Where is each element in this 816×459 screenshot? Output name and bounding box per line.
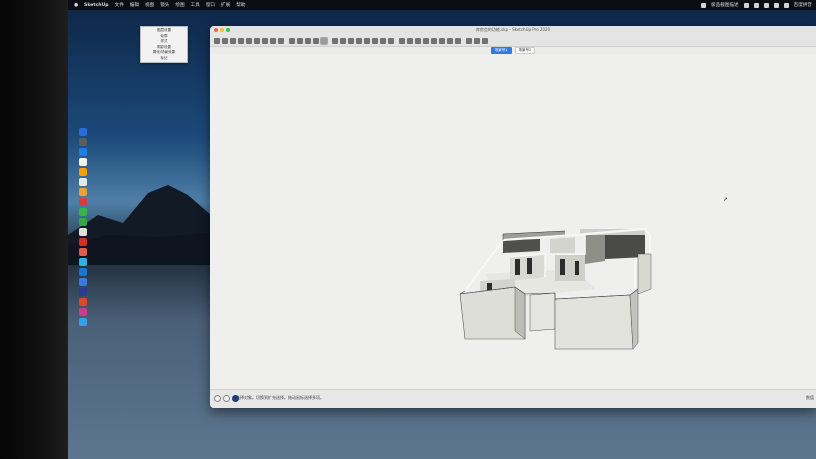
- monitor-bezel: [0, 0, 68, 459]
- menu-item[interactable]: 标记: [141, 56, 187, 62]
- dock-app-icon[interactable]: [79, 168, 87, 176]
- menu-file[interactable]: 文件: [115, 2, 124, 8]
- dock-app-icon[interactable]: [79, 268, 87, 276]
- zoom-extents-icon[interactable]: [348, 37, 354, 44]
- eraser-tool-icon[interactable]: [222, 37, 228, 44]
- scene-icon[interactable]: [447, 37, 453, 44]
- sketchup-window: 库房会的功能.skp - SketchUp Pro 2020 场景号1 场景号2: [210, 26, 816, 408]
- layer-icon[interactable]: [423, 37, 429, 44]
- menu-edit[interactable]: 编辑: [130, 2, 139, 8]
- walk-icon[interactable]: [364, 37, 370, 44]
- tray-dropdown-menu: 图层设置 轮廓 样式 阴影设置 雾化/场景效果 标记: [140, 26, 188, 63]
- app-menu[interactable]: SketchUp: [84, 3, 109, 8]
- 3d-floorplan-model[interactable]: [455, 199, 665, 354]
- status-message: 选择对象。切换到扩充选择。拖动鼠标选择多项。: [236, 395, 324, 400]
- apple-icon[interactable]: ●: [74, 3, 78, 8]
- toolbar: [210, 35, 816, 47]
- camera-icon[interactable]: [356, 37, 362, 44]
- media-control-icon[interactable]: [743, 2, 749, 8]
- offset-tool-icon[interactable]: [289, 37, 295, 44]
- dock-app-icon[interactable]: [79, 228, 87, 236]
- material-icon[interactable]: [407, 37, 413, 44]
- dock-app-icon[interactable]: [79, 218, 87, 226]
- menu-help[interactable]: 帮助: [236, 2, 245, 8]
- pan-tool-icon[interactable]: [332, 37, 338, 44]
- line-tool-icon[interactable]: [230, 37, 236, 44]
- dock-app-icon[interactable]: [79, 148, 87, 156]
- text-tool-icon[interactable]: [305, 37, 311, 44]
- drawing-canvas[interactable]: ➚: [210, 54, 816, 389]
- dock-app-icon[interactable]: [79, 298, 87, 306]
- volume-icon[interactable]: [773, 2, 779, 8]
- shield-icon[interactable]: [701, 2, 707, 8]
- ruby-icon[interactable]: [474, 37, 480, 44]
- menu-draw[interactable]: 绘图: [175, 2, 184, 8]
- dock-app-icon[interactable]: [79, 178, 87, 186]
- rotate-tool-icon[interactable]: [270, 37, 276, 44]
- macos-menubar: ● SketchUp 文件 编辑 视图 镜头 绘图 工具 窗口 扩展 帮助 极品…: [68, 0, 816, 10]
- dock: [77, 128, 89, 326]
- help-icon[interactable]: [223, 395, 230, 402]
- settings-icon[interactable]: [482, 37, 488, 44]
- tab-scene-1[interactable]: 场景号1: [490, 47, 512, 54]
- style-icon[interactable]: [415, 37, 421, 44]
- extension-icon[interactable]: [466, 37, 472, 44]
- group-icon[interactable]: [399, 37, 405, 44]
- menubar-status-text[interactable]: 极品截图描述: [711, 2, 739, 8]
- tab-scene-2[interactable]: 场景号2: [514, 47, 536, 54]
- mouse-cursor: ➚: [723, 196, 729, 203]
- fog-icon[interactable]: [439, 37, 445, 44]
- status-bar: 选择对象。切换到扩充选择。拖动鼠标选择多项。 数值: [210, 389, 816, 408]
- orbit-tool-icon[interactable]: [320, 36, 328, 45]
- measurements-label: 数值: [806, 395, 814, 400]
- dock-app-icon[interactable]: [79, 308, 87, 316]
- menu-extensions[interactable]: 扩展: [221, 2, 230, 8]
- bluetooth-icon[interactable]: [763, 2, 769, 8]
- dock-app-icon[interactable]: [79, 238, 87, 246]
- wifi-icon[interactable]: [753, 2, 759, 8]
- dock-app-icon[interactable]: [79, 248, 87, 256]
- dock-app-icon[interactable]: [79, 318, 87, 326]
- input-method[interactable]: 百度拼音: [794, 2, 812, 8]
- scene-tabs: 场景号1 场景号2: [210, 47, 816, 54]
- desktop: ● SketchUp 文件 编辑 视图 镜头 绘图 工具 窗口 扩展 帮助 极品…: [68, 0, 816, 459]
- move-tool-icon[interactable]: [262, 37, 268, 44]
- battery-icon[interactable]: [783, 2, 789, 8]
- dock-app-icon[interactable]: [79, 288, 87, 296]
- section-icon[interactable]: [380, 37, 386, 44]
- zoom-tool-icon[interactable]: [340, 37, 346, 44]
- paint-tool-icon[interactable]: [313, 37, 319, 44]
- shadow-icon[interactable]: [431, 37, 437, 44]
- dock-app-icon[interactable]: [79, 278, 87, 286]
- dock-app-icon[interactable]: [79, 258, 87, 266]
- menu-window[interactable]: 窗口: [206, 2, 215, 8]
- dock-app-icon[interactable]: [79, 128, 87, 136]
- scale-tool-icon[interactable]: [278, 37, 284, 44]
- menu-camera[interactable]: 镜头: [160, 2, 169, 8]
- window-title: 库房会的功能.skp - SketchUp Pro 2020: [475, 27, 551, 32]
- warehouse-icon[interactable]: [455, 37, 461, 44]
- window-titlebar: 库房会的功能.skp - SketchUp Pro 2020: [210, 26, 816, 35]
- select-tool-icon[interactable]: [214, 37, 220, 44]
- dock-app-icon[interactable]: [79, 138, 87, 146]
- component-icon[interactable]: [388, 37, 394, 44]
- info-icon[interactable]: [214, 395, 221, 402]
- menu-tools[interactable]: 工具: [191, 2, 200, 8]
- dock-app-icon[interactable]: [79, 208, 87, 216]
- dock-app-icon[interactable]: [79, 198, 87, 206]
- shape-tool-icon[interactable]: [246, 37, 252, 44]
- dock-app-icon[interactable]: [79, 158, 87, 166]
- menu-view[interactable]: 视图: [145, 2, 154, 8]
- pushpull-tool-icon[interactable]: [254, 37, 260, 44]
- dock-app-icon[interactable]: [79, 188, 87, 196]
- menubar-status-area: 极品截图描述 百度拼音: [701, 0, 812, 10]
- arc-tool-icon[interactable]: [238, 37, 244, 44]
- tape-tool-icon[interactable]: [297, 37, 303, 44]
- desktop-wallpaper-mountain: [68, 185, 228, 265]
- look-around-icon[interactable]: [372, 37, 378, 44]
